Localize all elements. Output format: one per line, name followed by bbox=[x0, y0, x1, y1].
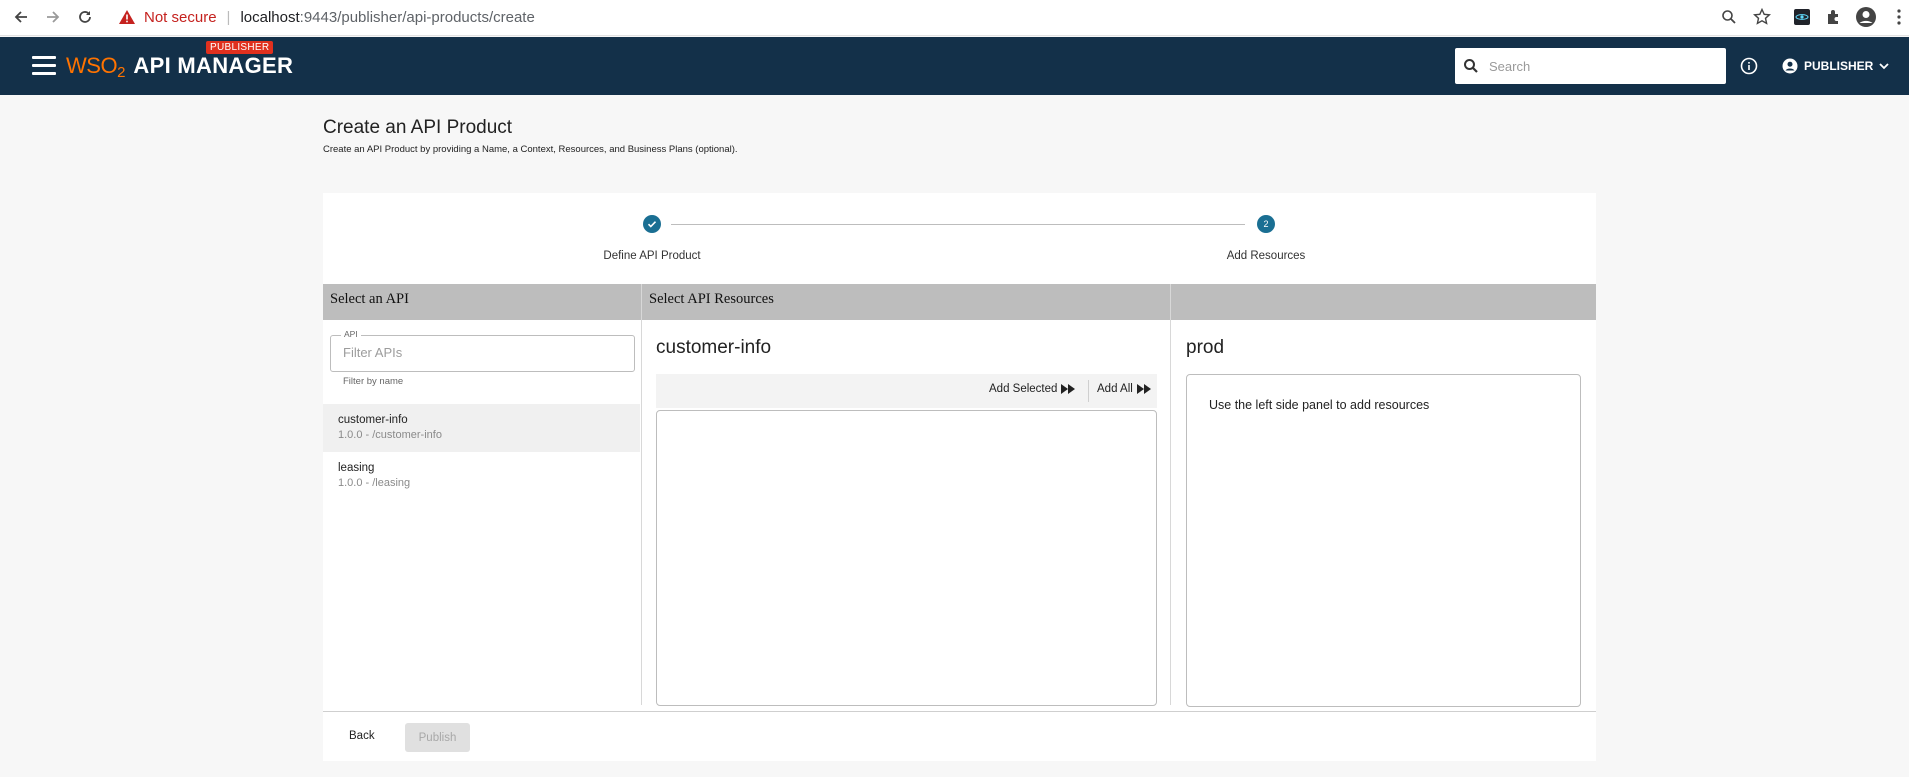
product-name-title: prod bbox=[1186, 337, 1225, 358]
add-selected-label: Add Selected bbox=[989, 383, 1058, 395]
account-circle-icon bbox=[1782, 58, 1798, 74]
forward-arrow-icon[interactable] bbox=[41, 5, 65, 29]
user-label: PUBLISHER bbox=[1804, 59, 1874, 73]
api-list-item[interactable]: customer-info 1.0.0 - /customer-info bbox=[323, 404, 640, 452]
step-2-number: 2 bbox=[1257, 215, 1275, 233]
resources-toolbar: Add Selected Add All bbox=[656, 374, 1157, 408]
add-selected-button[interactable]: Add Selected bbox=[989, 383, 1076, 395]
select-resources-header: Select API Resources bbox=[642, 284, 1170, 320]
api-resources-list[interactable] bbox=[656, 410, 1157, 706]
api-version-context: 1.0.0 - /leasing bbox=[338, 477, 411, 489]
search-icon bbox=[1464, 59, 1478, 73]
extensions-puzzle-icon[interactable] bbox=[1823, 6, 1845, 28]
stepper-connector bbox=[671, 224, 1245, 225]
product-resources-list[interactable]: Use the left side panel to add resources bbox=[1186, 374, 1581, 707]
selected-api-title: customer-info bbox=[656, 337, 772, 358]
add-all-button[interactable]: Add All bbox=[1097, 383, 1152, 395]
select-api-header: Select an API bbox=[323, 284, 641, 320]
publish-button[interactable]: Publish bbox=[405, 723, 470, 752]
filter-field-label: API bbox=[341, 329, 361, 339]
wso2-logo[interactable]: WSO 2 API MANAGER bbox=[66, 53, 293, 83]
url-path: :9443/publisher/api-products/create bbox=[299, 8, 535, 26]
zoom-icon[interactable] bbox=[1718, 6, 1740, 28]
user-menu[interactable]: PUBLISHER bbox=[1782, 56, 1896, 76]
logo-2-text: 2 bbox=[117, 64, 126, 81]
address-bar[interactable]: Not secure | localhost:9443/publisher/ap… bbox=[106, 3, 1756, 31]
api-name: leasing bbox=[338, 462, 375, 474]
chevron-down-icon bbox=[1879, 63, 1889, 70]
product-resources-header bbox=[1171, 284, 1596, 320]
create-product-card: Define API Product 2 Add Resources Selec… bbox=[323, 193, 1596, 761]
filter-apis-field[interactable] bbox=[330, 335, 635, 372]
url-separator: | bbox=[226, 8, 231, 26]
page-title: Create an API Product bbox=[323, 117, 513, 138]
fast-forward-icon bbox=[1061, 384, 1076, 394]
fast-forward-icon bbox=[1136, 384, 1151, 394]
browser-menu-icon[interactable] bbox=[1893, 6, 1905, 28]
column-divider bbox=[641, 284, 642, 705]
page-subtitle: Create an API Product by providing a Nam… bbox=[323, 144, 738, 155]
columns-bottom-border bbox=[323, 711, 1596, 712]
search-input[interactable] bbox=[1489, 58, 1709, 74]
info-icon[interactable] bbox=[1740, 57, 1758, 75]
add-all-label: Add All bbox=[1097, 383, 1133, 395]
filter-helper-text: Filter by name bbox=[343, 376, 404, 387]
not-secure-label: Not secure bbox=[144, 8, 217, 26]
api-list-item[interactable]: leasing 1.0.0 - /leasing bbox=[323, 452, 640, 500]
profile-avatar-icon[interactable] bbox=[1855, 6, 1877, 28]
step-1-check-icon bbox=[643, 215, 661, 233]
toolbar-divider bbox=[1088, 380, 1089, 402]
browser-toolbar: Not secure | localhost:9443/publisher/ap… bbox=[0, 0, 1909, 36]
back-arrow-icon[interactable] bbox=[9, 5, 33, 29]
api-name: customer-info bbox=[338, 414, 408, 426]
column-divider bbox=[1170, 284, 1171, 705]
url-host: localhost bbox=[240, 8, 300, 26]
api-version-context: 1.0.0 - /customer-info bbox=[338, 429, 442, 441]
back-button[interactable]: Back bbox=[349, 730, 375, 742]
step-2-label: Add Resources bbox=[1226, 250, 1306, 262]
search-box[interactable] bbox=[1455, 48, 1726, 84]
app-header: WSO2 API MANAGER PUBLISHER PUBLISHER bbox=[0, 37, 1909, 95]
warning-icon bbox=[119, 10, 135, 24]
reload-icon[interactable] bbox=[73, 5, 97, 29]
extension-react-icon[interactable] bbox=[1791, 6, 1813, 28]
logo-product-text: API MANAGER bbox=[133, 53, 294, 78]
menu-hamburger-icon[interactable] bbox=[32, 56, 56, 76]
bookmark-star-icon[interactable] bbox=[1751, 6, 1773, 28]
filter-apis-input[interactable] bbox=[343, 345, 623, 360]
logo-wso-text: WSO bbox=[66, 53, 118, 78]
publisher-badge: PUBLISHER bbox=[206, 41, 274, 54]
empty-resources-message: Use the left side panel to add resources bbox=[1209, 398, 1430, 412]
step-1-label: Define API Product bbox=[603, 250, 701, 262]
